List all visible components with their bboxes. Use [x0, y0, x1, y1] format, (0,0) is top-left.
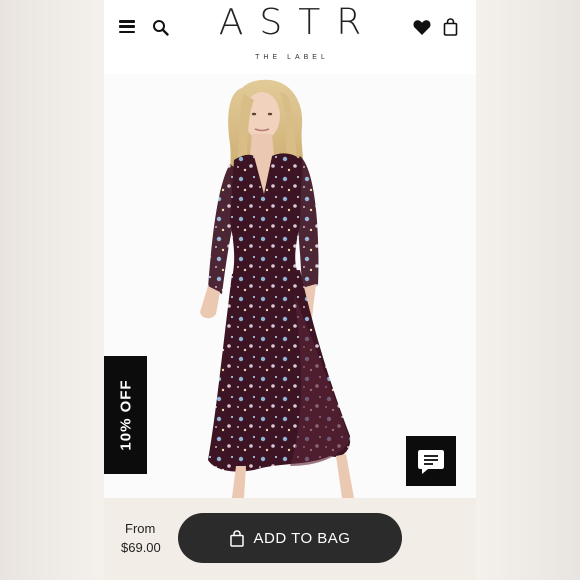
site-header: ASTR THE LABEL	[104, 0, 476, 74]
shopping-bag-icon	[229, 529, 244, 547]
background-left	[0, 0, 104, 580]
purchase-bar: From $69.00 ADD TO BAG	[104, 498, 476, 580]
chat-bubble-icon	[418, 450, 444, 474]
add-to-bag-label: ADD TO BAG	[253, 529, 351, 547]
discount-label: 10% OFF	[117, 379, 134, 451]
brand-tagline: THE LABEL	[255, 54, 329, 61]
heart-icon[interactable]	[413, 19, 431, 36]
from-label: From	[125, 521, 156, 536]
model-photo	[200, 79, 354, 498]
product-image[interactable]	[104, 74, 476, 498]
price: $69.00	[121, 540, 161, 555]
chat-button[interactable]	[406, 436, 456, 486]
shopping-bag-icon[interactable]	[443, 18, 458, 36]
add-to-bag-button[interactable]: ADD TO BAG	[178, 513, 402, 563]
background-right	[476, 0, 580, 580]
discount-tab[interactable]: 10% OFF	[104, 356, 147, 474]
mobile-screen: ASTR THE LABEL 10% OFF From $69.00 ADD T…	[104, 0, 476, 580]
